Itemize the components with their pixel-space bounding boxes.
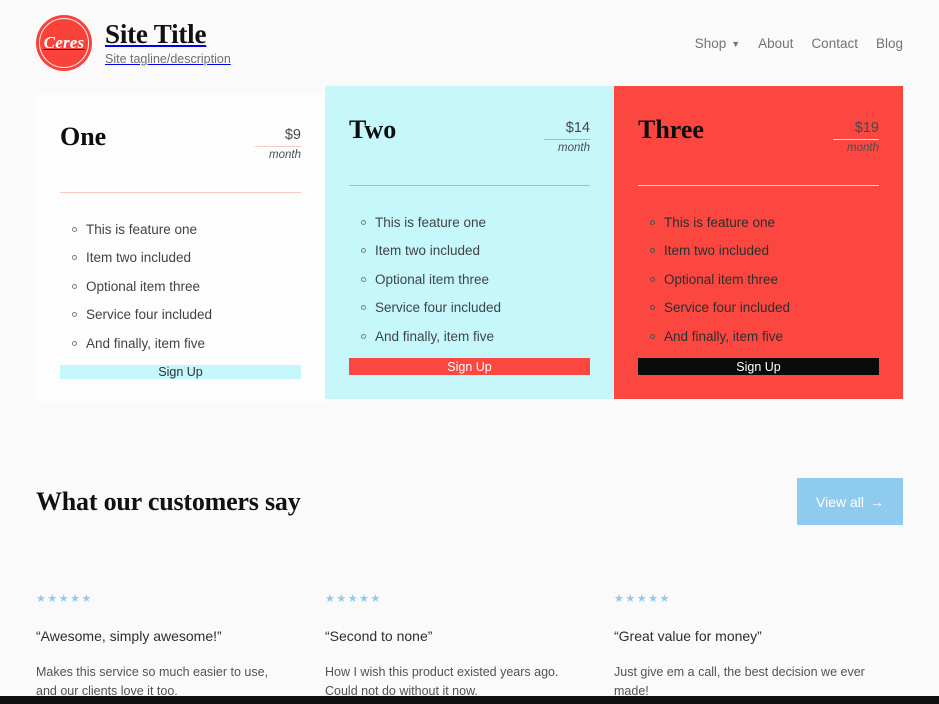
testimonials-header: What our customers say View all → (36, 465, 903, 538)
pricing-card-one-title: One (60, 122, 107, 151)
site-tagline: Site tagline/description (105, 51, 231, 66)
view-all-label: View all (816, 493, 864, 510)
list-item: This is feature one (361, 216, 590, 230)
list-item: Optional item three (650, 273, 879, 287)
pricing-card-three: Three $19 month This is feature one Item… (614, 86, 903, 399)
list-item: Service four included (72, 308, 301, 322)
testimonial-quote-1: “Awesome, simply awesome!” (36, 628, 222, 645)
list-item: And finally, item five (650, 330, 879, 344)
brand-logo-link[interactable]: Ceres Site Title Site tagline/descriptio… (36, 15, 231, 71)
testimonials-section: What our customers say View all → ★★★★★ … (0, 465, 939, 701)
rating-stars-icon: ★★★★★ (36, 593, 93, 606)
testimonials-grid: ★★★★★ “Awesome, simply awesome!” Makes t… (36, 594, 903, 701)
list-item: And finally, item five (72, 336, 301, 351)
pricing-card-two-divider (349, 185, 590, 186)
list-item: And finally, item five (361, 330, 590, 344)
view-all-button[interactable]: View all → (797, 478, 903, 526)
price-rule-divider (255, 146, 301, 148)
pricing-card-one: One $9 month This is feature one Item tw… (36, 93, 325, 403)
nav-item-contact-label: Contact (811, 35, 858, 51)
testimonials-title: What our customers say (36, 486, 301, 516)
pricing-card-two: Two $14 month This is feature one Item t… (325, 86, 614, 399)
site-title: Site Title (105, 19, 207, 50)
arrow-right-icon: → (870, 493, 884, 510)
nav-item-contact[interactable]: Contact (811, 36, 858, 51)
pricing-card-one-features: This is feature one Item two included Op… (60, 222, 301, 366)
list-item: This is feature one (650, 216, 879, 230)
nav-item-about[interactable]: About (758, 36, 793, 51)
list-item: Service four included (650, 301, 879, 315)
pricing-card-two-price: $14 (565, 120, 590, 136)
pricing-card-one-price-block: $9 month (255, 123, 301, 161)
list-item: Item two included (72, 251, 301, 265)
chevron-down-icon: ▼ (731, 38, 741, 49)
nav-item-shop[interactable]: Shop ▼ (695, 36, 740, 51)
brand-copy: Site Title Site tagline/description (105, 19, 231, 66)
list-item: Item two included (650, 244, 879, 258)
logo-text: Ceres (43, 33, 85, 52)
pricing-card-three-header: Three $19 month (638, 115, 879, 154)
nav-item-shop-label: Shop (694, 35, 727, 51)
main-navigation: Shop ▼ About Contact Blog (695, 36, 903, 51)
rating-stars-icon: ★★★★★ (614, 593, 671, 606)
pricing-card-one-period: month (269, 149, 301, 162)
testimonial-card-2: ★★★★★ “Second to none” How I wish this p… (325, 594, 614, 701)
site-footer-bar (0, 696, 939, 704)
pricing-card-three-price: $19 (854, 120, 879, 136)
testimonial-quote-3: “Great value for money” (614, 628, 762, 645)
signup-button-one[interactable]: Sign Up (60, 365, 301, 379)
pricing-card-three-features: This is feature one Item two included Op… (638, 216, 879, 359)
pricing-card-three-price-block: $19 month (833, 116, 879, 154)
list-item: Optional item three (361, 273, 590, 287)
pricing-card-one-price: $9 (284, 127, 301, 143)
nav-item-blog[interactable]: Blog (876, 36, 903, 51)
list-item: Service four included (361, 301, 590, 315)
pricing-card-two-price-block: $14 month (544, 116, 590, 154)
price-rule-divider (833, 139, 879, 141)
nav-item-about-label: About (758, 35, 794, 51)
pricing-card-three-title: Three (638, 115, 704, 144)
list-item: This is feature one (72, 222, 301, 237)
pricing-section: One $9 month This is feature one Item tw… (0, 86, 939, 403)
list-item: Item two included (361, 244, 590, 258)
list-item: Optional item three (72, 279, 301, 294)
rating-stars-icon: ★★★★★ (325, 593, 382, 606)
pricing-card-two-period: month (558, 142, 590, 155)
testimonial-quote-2: “Second to none” (325, 628, 433, 645)
pricing-card-two-title: Two (349, 115, 397, 144)
ceres-logo-icon: Ceres (36, 15, 92, 71)
testimonial-card-3: ★★★★★ “Great value for money” Just give … (614, 594, 903, 701)
pricing-card-two-features: This is feature one Item two included Op… (349, 216, 590, 359)
nav-item-blog-label: Blog (875, 35, 903, 51)
price-rule-divider (544, 139, 590, 141)
signup-button-three[interactable]: Sign Up (638, 358, 879, 375)
pricing-card-three-period: month (847, 142, 879, 155)
site-header: Ceres Site Title Site tagline/descriptio… (0, 0, 939, 86)
pricing-card-one-header: One $9 month (60, 122, 301, 161)
pricing-card-two-header: Two $14 month (349, 115, 590, 154)
pricing-card-three-divider (638, 185, 879, 186)
testimonial-card-1: ★★★★★ “Awesome, simply awesome!” Makes t… (36, 594, 325, 701)
signup-button-two[interactable]: Sign Up (349, 358, 590, 375)
